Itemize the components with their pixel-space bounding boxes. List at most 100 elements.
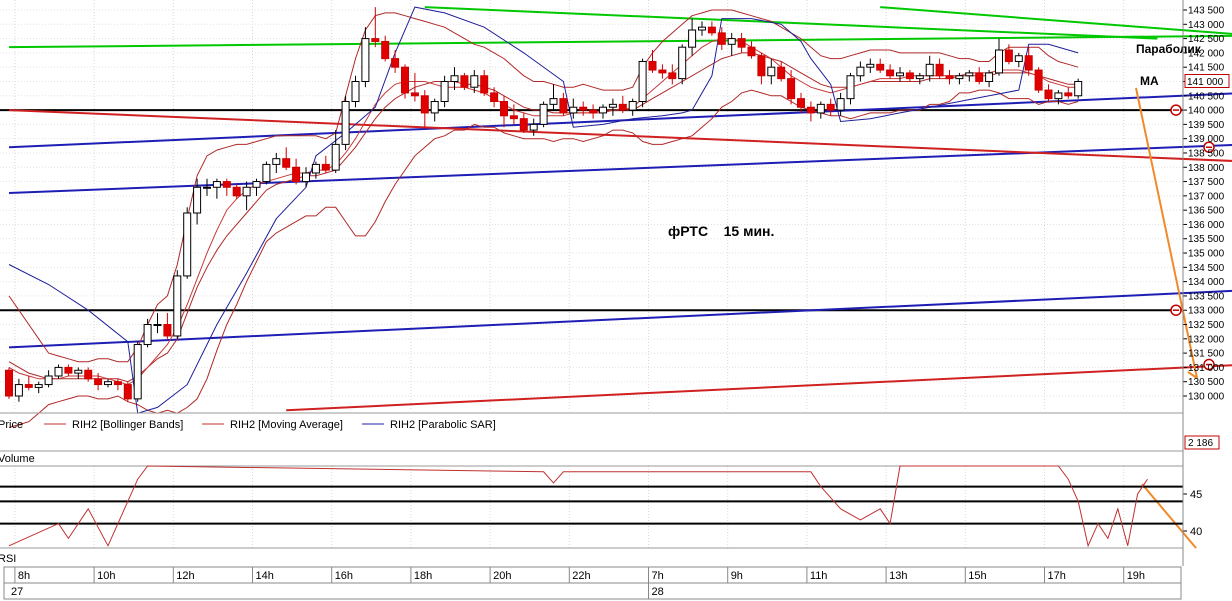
price-tick-label: 141 500 (1188, 63, 1225, 74)
price-tick-label: 137 000 (1188, 191, 1225, 202)
candle-body (519, 118, 528, 131)
last-price-badge: 141 000 (1184, 74, 1230, 88)
candle-body (826, 103, 835, 111)
candle-body (123, 384, 132, 400)
candle-body (935, 63, 944, 77)
candle-body (173, 275, 182, 337)
candle-body (539, 103, 548, 125)
rsi-panel[interactable]: 45 40 RSI (0, 465, 1202, 565)
date-tick-label: 28 (652, 586, 664, 598)
candle-body (133, 344, 142, 400)
candle-body (955, 75, 964, 80)
candle-body (757, 55, 766, 77)
candle-body (727, 38, 736, 45)
candle-body (292, 166, 301, 183)
candle-body (797, 98, 805, 108)
price-tick-label: 131 500 (1188, 349, 1225, 360)
candle-body (44, 375, 53, 386)
candle (173, 270, 182, 339)
price-tick-label: 132 000 (1188, 334, 1225, 345)
candle-body (599, 106, 607, 114)
candle-body (698, 26, 706, 31)
candle-body (658, 69, 667, 74)
candle-body (618, 103, 627, 111)
candle-body (222, 181, 231, 188)
hour-tick-label: 20h (493, 570, 511, 582)
candle-body (391, 58, 400, 68)
candle-body (5, 369, 13, 397)
price-tick-label: 143 000 (1188, 20, 1225, 31)
candle-body (14, 384, 23, 397)
label-ma: MA (1140, 74, 1159, 88)
hour-tick-label: 14h (256, 570, 274, 582)
candle-body (163, 324, 172, 337)
price-tick-label: 133 500 (1188, 291, 1225, 302)
candle-body (876, 63, 885, 71)
candle (123, 381, 132, 402)
legend-sar-label: RIH2 [Parabolic SAR] (390, 419, 496, 431)
candle-body (64, 366, 73, 374)
candle-body (203, 186, 211, 189)
candle-body (836, 98, 845, 111)
trading-chart[interactable]: фРТС 15 мин. Параболик MA 130 000130 500… (0, 0, 1232, 601)
candle-body (806, 106, 815, 114)
candle-body (569, 106, 578, 114)
volume-value-label: 2 186 (1188, 438, 1213, 449)
candle-body (767, 66, 776, 77)
candle (1074, 78, 1083, 99)
price-tick-label: 140 500 (1188, 91, 1225, 102)
price-tick-label: 142 500 (1188, 34, 1225, 45)
candle-body (490, 92, 499, 102)
candle (638, 58, 647, 108)
candle-body (529, 123, 538, 131)
hour-tick-label: 17h (1048, 570, 1066, 582)
time-axis-dates-row (3, 582, 1182, 600)
hour-tick-label: 8h (18, 570, 30, 582)
volume-panel[interactable]: 2 186 Volume (0, 435, 1220, 465)
candle-body (153, 324, 162, 327)
legend-price-label: Price (0, 419, 23, 431)
candle-body (995, 49, 1003, 74)
price-tick-label: 131 000 (1188, 363, 1225, 374)
legend: Price RIH2 [Bollinger Bands] RIH2 [Movin… (0, 412, 1183, 431)
price-tick-label: 138 000 (1188, 163, 1225, 174)
hour-tick-label: 12h (176, 570, 194, 582)
candle-body (707, 26, 716, 34)
candle-body (84, 369, 93, 380)
level-marker (1170, 304, 1182, 316)
candle-body (1024, 55, 1033, 71)
candle-body (311, 163, 320, 174)
candle-body (321, 163, 330, 171)
candle-body (579, 106, 588, 111)
candle-body (1054, 92, 1063, 100)
candle-body (608, 103, 617, 108)
candle-body (440, 80, 449, 102)
price-tick-label: 134 000 (1188, 277, 1225, 288)
candle (678, 44, 687, 85)
candle-body (430, 100, 439, 114)
candle-body (1064, 92, 1073, 97)
candle-body (787, 78, 796, 100)
level-marker (1170, 104, 1182, 116)
candle-body (104, 381, 112, 386)
candle-body (460, 75, 469, 88)
candle-body (549, 98, 558, 105)
candle-body (648, 60, 657, 71)
candle-body (589, 109, 598, 114)
candle-body (331, 143, 340, 171)
price-tick-label: 143 500 (1188, 6, 1225, 17)
price-tick-label: 130 000 (1188, 392, 1225, 403)
price-tick-label: 139 500 (1188, 120, 1225, 131)
candle (460, 72, 469, 91)
candle-body (945, 75, 954, 80)
hour-tick-label: 10h (97, 570, 115, 582)
candle-body (1044, 89, 1053, 100)
candle-body (1034, 69, 1043, 91)
legend-bollinger-label: RIH2 [Bollinger Bands] (72, 419, 183, 431)
candle-body (747, 46, 756, 57)
candle-body (965, 72, 974, 77)
candle (133, 341, 142, 402)
candle-body (985, 72, 994, 82)
candle-body (688, 29, 697, 48)
rsi-tick-label: 45 (1190, 489, 1202, 501)
